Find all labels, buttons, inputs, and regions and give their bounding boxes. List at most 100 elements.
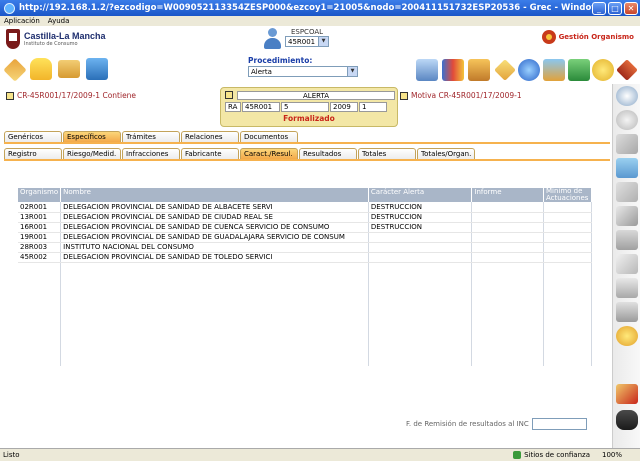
maximize-button[interactable]: □ bbox=[608, 1, 622, 15]
cell-organismo: 19R001 bbox=[18, 232, 62, 243]
screen-icon[interactable] bbox=[616, 278, 638, 298]
user-icon bbox=[262, 28, 282, 50]
settings-gear-icon[interactable] bbox=[592, 59, 614, 81]
sun-gear-icon[interactable] bbox=[616, 326, 638, 346]
gestion-organismo-icon bbox=[541, 30, 556, 44]
record-contiene[interactable]: CR-45R001/17/2009-1 Contiene bbox=[6, 91, 136, 100]
cell-minimo[interactable] bbox=[543, 232, 593, 243]
tab-infracciones[interactable]: Infracciones bbox=[122, 148, 180, 159]
cell-informe[interactable] bbox=[471, 232, 544, 243]
tab-totales[interactable]: Totales bbox=[358, 148, 416, 159]
books-icon[interactable] bbox=[442, 59, 464, 81]
cell-organismo: 13R001 bbox=[18, 212, 62, 223]
cell-nombre: DELEGACION PROVINCIAL DE SANIDAD DE GUAD… bbox=[60, 232, 369, 243]
zoom-level[interactable]: 100% bbox=[602, 451, 640, 459]
menu-ayuda[interactable]: Ayuda bbox=[48, 17, 70, 25]
gestion-organismo-label: Gestión Organismo bbox=[558, 33, 634, 41]
check-icon bbox=[513, 451, 522, 459]
tag-icon[interactable] bbox=[3, 58, 27, 82]
col-caracter-alerta: Carácter Alerta bbox=[368, 188, 473, 202]
minimize-button[interactable]: _ bbox=[592, 1, 606, 15]
stack-icon[interactable] bbox=[616, 158, 638, 178]
cell-informe[interactable] bbox=[471, 252, 544, 263]
printer-icon[interactable] bbox=[616, 230, 638, 250]
tab-divider bbox=[4, 159, 610, 161]
back-arrow-icon[interactable] bbox=[616, 110, 638, 130]
espcoal-select[interactable]: 45R001 ▼ bbox=[285, 36, 329, 47]
remision-date-input[interactable] bbox=[531, 418, 587, 430]
coat-of-arms-icon bbox=[6, 29, 20, 49]
table-row[interactable]: 02R001 DELEGACION PROVINCIAL DE SANIDAD … bbox=[18, 202, 593, 213]
gestion-organismo[interactable]: Gestión Organismo bbox=[541, 30, 634, 44]
building-icon[interactable] bbox=[468, 59, 490, 81]
remision-field-group: F. de Remisión de resultados al INC bbox=[406, 418, 587, 430]
tab-caract-result[interactable]: Caract./Resul. bbox=[240, 148, 298, 159]
cell-minimo[interactable] bbox=[543, 202, 593, 213]
tab-riesgo-medidas[interactable]: Riesgo/Medid. bbox=[63, 148, 121, 159]
cut-icon[interactable] bbox=[616, 206, 638, 226]
cell-caracter bbox=[368, 232, 473, 243]
record-motiva[interactable]: Motiva CR-45R001/17/2009-1 bbox=[400, 91, 522, 100]
table-row[interactable]: 19R001 DELEGACION PROVINCIAL DE SANIDAD … bbox=[18, 232, 593, 243]
internet-explorer-icon bbox=[4, 2, 15, 14]
tab-totales-organ[interactable]: Totales/Organ. bbox=[417, 148, 475, 159]
cell-informe[interactable] bbox=[471, 212, 544, 223]
key-folder-icon[interactable] bbox=[30, 58, 52, 80]
cell-nombre: DELEGACION PROVINCIAL DE SANIDAD DE ALBA… bbox=[60, 202, 369, 213]
table-row[interactable]: 13R001 DELEGACION PROVINCIAL DE SANIDAD … bbox=[18, 212, 593, 223]
alerta-panel: ALERTA RA 45R001 5 2009 1 Formalizado bbox=[220, 87, 398, 127]
close-button[interactable]: ✕ bbox=[624, 1, 638, 15]
font-printer-icon[interactable] bbox=[616, 302, 638, 322]
table-row[interactable]: 45R002 DELEGACION PROVINCIAL DE SANIDAD … bbox=[18, 252, 593, 263]
document-icon bbox=[225, 91, 233, 99]
cell-minimo[interactable] bbox=[543, 242, 593, 253]
copy-icon[interactable] bbox=[616, 182, 638, 202]
tab-resultados[interactable]: Resultados bbox=[299, 148, 357, 159]
delete-icon[interactable] bbox=[616, 384, 638, 404]
cell-minimo[interactable] bbox=[543, 222, 593, 233]
brand-subtitle: Instituto de Consumo bbox=[24, 41, 78, 47]
menu-aplicacion[interactable]: Aplicación bbox=[4, 17, 40, 25]
table-row[interactable]: 16R001 DELEGACION PROVINCIAL DE SANIDAD … bbox=[18, 222, 593, 233]
chart-icon[interactable] bbox=[568, 59, 590, 81]
cell-minimo[interactable] bbox=[543, 212, 593, 223]
tab-especificos[interactable]: Específicos bbox=[63, 131, 121, 142]
alerta-title: ALERTA bbox=[237, 91, 395, 100]
right-sidebar bbox=[612, 84, 640, 448]
cell-minimo[interactable] bbox=[543, 252, 593, 263]
cell-informe[interactable] bbox=[471, 242, 544, 253]
paperclip-icon[interactable] bbox=[616, 254, 638, 274]
remision-label: F. de Remisión de resultados al INC bbox=[406, 420, 529, 428]
magnifier-icon[interactable] bbox=[616, 86, 638, 106]
window-titlebar: http://192.168.1.2/?ezcodigo=W0090521133… bbox=[0, 0, 640, 16]
tab-tramites[interactable]: Trámites bbox=[122, 131, 180, 142]
tab-fabricante[interactable]: Fabricante bbox=[181, 148, 239, 159]
sub-tabs: Registro Riesgo/Medid. Infracciones Fabr… bbox=[4, 148, 476, 159]
tab-relaciones[interactable]: Relaciones bbox=[181, 131, 239, 142]
open-folder-icon[interactable] bbox=[58, 60, 80, 78]
search-document-icon[interactable] bbox=[543, 59, 565, 81]
status-bar: Listo Sitios de confianza 100% bbox=[0, 448, 640, 461]
cell-caracter: DESTRUCCION bbox=[368, 212, 473, 223]
col-organismo: Organismo bbox=[18, 188, 62, 202]
col-minimo-actuaciones: Mínimo de Actuaciones bbox=[543, 188, 593, 202]
cell-informe[interactable] bbox=[471, 222, 544, 233]
label-icon[interactable] bbox=[494, 59, 516, 81]
tab-divider bbox=[4, 142, 610, 144]
exit-icon[interactable] bbox=[616, 59, 638, 81]
cell-nombre: DELEGACION PROVINCIAL DE SANIDAD DE TOLE… bbox=[60, 252, 369, 263]
table-row[interactable]: 28R003 INSTITUTO NACIONAL DEL CONSUMO bbox=[18, 242, 593, 253]
laptop-icon[interactable] bbox=[416, 59, 438, 81]
cell-caracter bbox=[368, 252, 473, 263]
tab-documentos[interactable]: Documentos bbox=[240, 131, 298, 142]
globe-icon[interactable] bbox=[518, 59, 540, 81]
computer-icon[interactable] bbox=[86, 58, 108, 80]
binoculars-icon[interactable] bbox=[616, 410, 638, 430]
procedimiento-group: Procedimiento: Alerta ▼ bbox=[248, 56, 358, 77]
table-empty-space bbox=[18, 262, 593, 366]
notepad-icon[interactable] bbox=[616, 134, 638, 154]
procedimiento-select[interactable]: Alerta ▼ bbox=[248, 66, 358, 77]
cell-informe[interactable] bbox=[471, 202, 544, 213]
tab-genericos[interactable]: Genéricos bbox=[4, 131, 62, 142]
tab-registro[interactable]: Registro bbox=[4, 148, 62, 159]
